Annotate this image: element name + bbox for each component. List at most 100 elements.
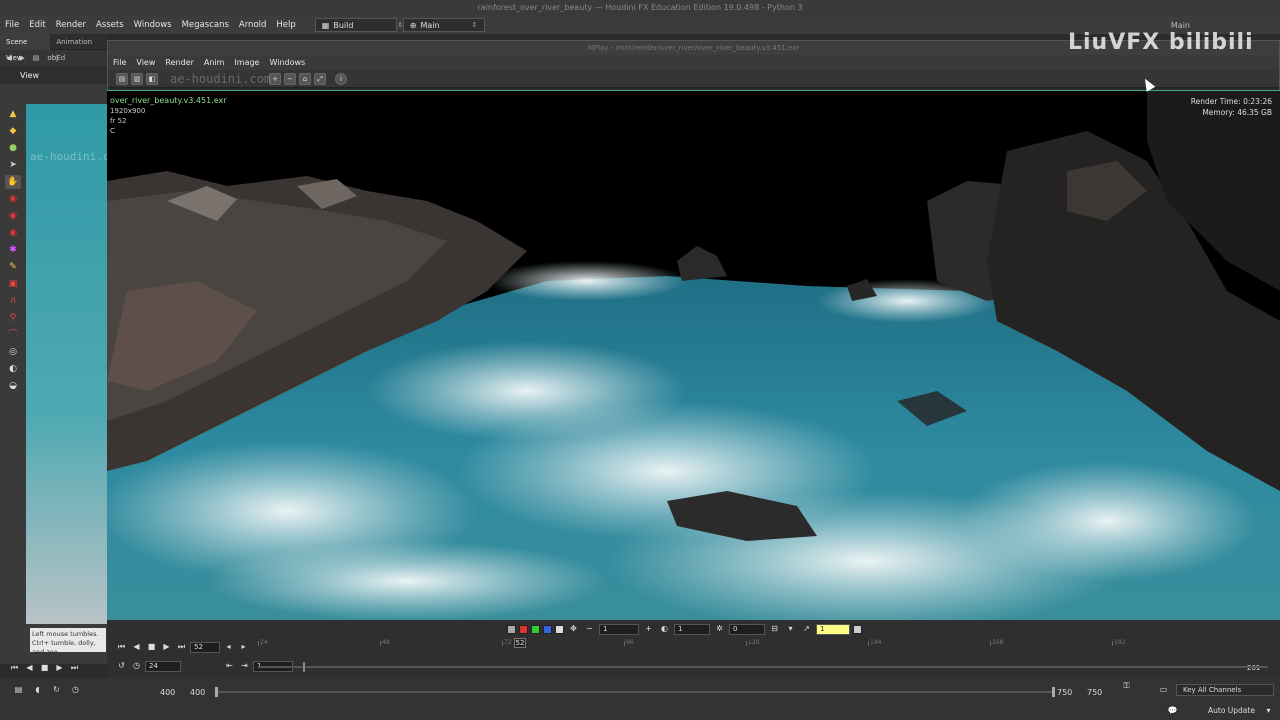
color-swatch-green[interactable]	[531, 624, 540, 634]
menu-render[interactable]: Render	[51, 20, 91, 30]
auto-update-button[interactable]: Auto Update	[1208, 706, 1255, 715]
mplay-menu-file[interactable]: File	[108, 58, 131, 67]
render-canvas[interactable]	[107, 90, 1280, 620]
compare-mode-icon[interactable]: ⊟	[768, 623, 781, 635]
mplay-timeline[interactable]: 24 48 72 96 120 144 168 192	[250, 639, 1270, 655]
loop-icon[interactable]: ↺	[115, 660, 128, 672]
save-icon[interactable]: ▥	[131, 72, 143, 85]
handle-tool-icon[interactable]: ✋	[5, 175, 21, 189]
prev-key-icon[interactable]: ◂	[222, 641, 235, 653]
dropdown-icon[interactable]: ▾	[784, 623, 797, 635]
jump-start-icon[interactable]: ⏮	[8, 662, 21, 674]
range-handle[interactable]	[303, 662, 305, 672]
info-icon[interactable]: i	[335, 72, 347, 85]
range-right-handle[interactable]	[1052, 687, 1055, 697]
realtime-icon[interactable]: ◷	[130, 660, 143, 672]
tab-scene-view[interactable]: Scene View	[0, 33, 51, 62]
stop-icon[interactable]: ■	[145, 641, 158, 653]
mplay-menu-windows[interactable]: Windows	[264, 58, 310, 67]
paint-tool-icon[interactable]: ✎	[5, 260, 21, 274]
range-start-icon[interactable]: ⇤	[223, 660, 236, 672]
tab-animation-editor[interactable]: Animation Ed	[50, 34, 107, 62]
context-select[interactable]: ⊕ Main ⇕	[402, 18, 485, 32]
camera-tool-icon[interactable]: ◉	[5, 226, 21, 240]
menu-megascans[interactable]: Megascans	[177, 20, 234, 30]
zoom-out-icon[interactable]: −	[284, 72, 296, 85]
color-swatch-gray[interactable]	[507, 624, 516, 634]
capture-tool-icon[interactable]: ◎	[5, 345, 21, 359]
mplay-menu-image[interactable]: Image	[229, 58, 264, 67]
playback-end[interactable]: 750	[1057, 688, 1072, 697]
frame-marker[interactable]: 52	[514, 638, 526, 648]
mplay-menu-view[interactable]: View	[131, 58, 160, 67]
fit-icon[interactable]: ⤢	[314, 72, 326, 85]
menu-file[interactable]: File	[0, 20, 24, 30]
step-back-icon[interactable]: ◀	[130, 641, 143, 653]
menu-icon[interactable]: ▤	[12, 684, 25, 696]
bone-tool-icon[interactable]: ⌒	[5, 328, 21, 342]
color-swatch-blue[interactable]	[543, 624, 552, 634]
magnet-tool-icon[interactable]: ∩	[5, 294, 21, 308]
scene-viewport[interactable]	[26, 104, 107, 624]
snap-tool-icon[interactable]: ✱	[5, 243, 21, 257]
chat-icon[interactable]: 💬	[1166, 705, 1179, 717]
link-tool-icon[interactable]: ⚲	[5, 311, 21, 325]
fps-field[interactable]: 24	[145, 660, 181, 672]
color-swatch-red[interactable]	[519, 624, 528, 634]
forward-icon[interactable]: ▶	[19, 54, 24, 62]
pan-icon[interactable]: ✥	[567, 623, 580, 635]
current-frame-field[interactable]: 52	[190, 641, 220, 653]
audio-icon[interactable]: ◖	[31, 684, 44, 696]
highlight-field[interactable]: 1	[816, 623, 850, 635]
compare-icon[interactable]: ◧	[146, 72, 158, 85]
gamma-field[interactable]: 1	[674, 623, 710, 635]
menu-arnold[interactable]: Arnold	[234, 20, 272, 30]
jump-start-icon[interactable]: ⏮	[115, 641, 128, 653]
menu-help[interactable]: Help	[271, 20, 300, 30]
view-tool-icon[interactable]: ➤	[5, 158, 21, 172]
grid-tool-icon[interactable]: ▣	[5, 277, 21, 291]
realtime-icon[interactable]: ◷	[69, 684, 82, 696]
next-key-icon[interactable]: ▸	[237, 641, 250, 653]
color-swatch-white[interactable]	[555, 624, 564, 634]
select-tool-icon[interactable]: ▲	[5, 107, 21, 121]
menu-edit[interactable]: Edit	[24, 20, 50, 30]
channel-icon[interactable]: ▭	[1157, 684, 1170, 696]
offset-field[interactable]: 0	[729, 623, 765, 635]
open-icon[interactable]: ▤	[116, 72, 128, 85]
minus-icon[interactable]: −	[583, 623, 596, 635]
dropdown-icon[interactable]: ▾	[1262, 705, 1275, 717]
back-icon[interactable]: ◀	[6, 54, 11, 62]
play-icon[interactable]: ▶	[53, 662, 66, 674]
exposure-field[interactable]: 1	[599, 623, 639, 635]
gamma-icon[interactable]: ◐	[658, 623, 671, 635]
global-end[interactable]: 750	[1087, 688, 1102, 697]
range-left-handle[interactable]	[215, 687, 218, 697]
lut-icon[interactable]: ✲	[713, 623, 726, 635]
pick-icon[interactable]: ↗	[800, 623, 813, 635]
jump-end-icon[interactable]: ⏭	[68, 662, 81, 674]
play-icon[interactable]: ▶	[160, 641, 173, 653]
display-tool-icon[interactable]: ◒	[5, 379, 21, 393]
desktop-select[interactable]: ▦ Build ⇕	[314, 18, 403, 32]
loop-icon[interactable]: ↻	[50, 684, 63, 696]
houdini-range-bar[interactable]	[215, 687, 1055, 697]
menu-windows[interactable]: Windows	[129, 20, 177, 30]
playback-start[interactable]: 400	[190, 688, 205, 697]
home-icon[interactable]: ⌂	[299, 72, 311, 85]
global-start[interactable]: 400	[160, 688, 175, 697]
render-tool-icon[interactable]: ◐	[5, 362, 21, 376]
palette-icon[interactable]	[853, 624, 862, 634]
range-end-icon[interactable]: ⇥	[238, 660, 251, 672]
plus-icon[interactable]: +	[642, 623, 655, 635]
mplay-range-bar[interactable]	[258, 662, 1268, 672]
jump-end-icon[interactable]: ⏭	[175, 641, 188, 653]
mplay-menu-render[interactable]: Render	[160, 58, 198, 67]
stop-icon[interactable]: ■	[38, 662, 51, 674]
key-icon[interactable]: ⚿	[1120, 680, 1133, 692]
path-label[interactable]: obj	[47, 54, 58, 62]
key-channels-select[interactable]: Key All Channels	[1176, 684, 1274, 696]
move-tool-icon[interactable]: ◆	[5, 124, 21, 138]
mplay-menu-anim[interactable]: Anim	[199, 58, 230, 67]
pose-tool-icon[interactable]: ◉	[5, 192, 21, 206]
